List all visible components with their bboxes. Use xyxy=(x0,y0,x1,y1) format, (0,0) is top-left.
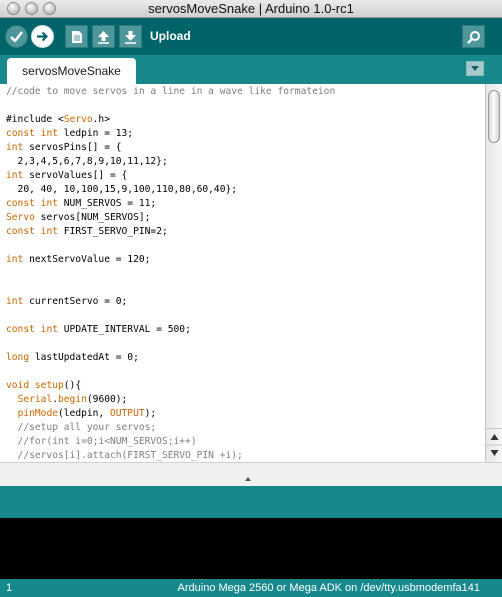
code-line: pinMode(ledpin, OUTPUT); xyxy=(17,408,157,419)
toolbar-hover-label: Upload xyxy=(150,29,191,43)
save-sketch-button[interactable] xyxy=(119,25,142,48)
code-line: #include <Servo.h> xyxy=(6,114,110,125)
pane-splitter[interactable] xyxy=(0,462,502,486)
code-line: 2,3,4,5,6,7,8,9,10,11,12}; xyxy=(6,156,168,167)
new-document-icon xyxy=(71,30,82,43)
open-sketch-button[interactable] xyxy=(92,25,115,48)
tab-sketch[interactable]: servosMoveSnake xyxy=(7,58,136,84)
grip-arrow-icon xyxy=(245,477,251,481)
code-line: int nextServoValue = 120; xyxy=(6,254,151,265)
code-line: //servos[i].attach(FIRST_SERVO_PIN +i); xyxy=(6,450,243,461)
triangle-down-icon xyxy=(471,66,479,71)
magnifier-icon xyxy=(466,30,480,44)
code-line: long lastUpdatedAt = 0; xyxy=(6,352,139,363)
code-line: const int ledpin = 13; xyxy=(6,128,134,139)
code-line: int servosPins[] = { xyxy=(6,142,122,153)
console-output[interactable] xyxy=(0,518,502,579)
up-arrow-icon xyxy=(98,30,109,44)
tab-menu-button[interactable] xyxy=(466,61,484,76)
scroll-arrows[interactable] xyxy=(486,428,502,462)
new-sketch-button[interactable] xyxy=(65,25,88,48)
code-line: const int UPDATE_INTERVAL = 500; xyxy=(6,324,191,335)
code-line: //setup all your servos; xyxy=(6,422,157,433)
verify-button[interactable] xyxy=(5,25,28,48)
scroll-down-icon[interactable] xyxy=(490,450,499,456)
status-bar: 1 Arduino Mega 2560 or Mega ADK on /dev/… xyxy=(0,579,502,597)
code-line: void setup(){ xyxy=(6,380,82,391)
board-port-info: Arduino Mega 2560 or Mega ADK on /dev/tt… xyxy=(177,582,480,594)
code-line: 20, 40, 10,100,15,9,100,110,80,60,40}; xyxy=(6,184,238,195)
code-line: Servo servos[NUM_SERVOS]; xyxy=(6,212,151,223)
right-arrow-icon xyxy=(37,31,49,42)
window-titlebar: servosMoveSnake | Arduino 1.0-rc1 xyxy=(0,0,502,18)
code-line: const int NUM_SERVOS = 11; xyxy=(6,198,157,209)
scrollbar-thumb[interactable] xyxy=(488,90,500,143)
editor-scrollbar[interactable] xyxy=(485,84,502,462)
serial-monitor-button[interactable] xyxy=(462,25,485,48)
code-line: Serial.begin(9600); xyxy=(17,394,128,405)
code-line: const int FIRST_SERVO_PIN=2; xyxy=(6,226,168,237)
message-area xyxy=(0,486,502,518)
code-line: int currentServo = 0; xyxy=(6,296,128,307)
line-number: 1 xyxy=(6,582,13,594)
code-line: //for(int i=0;i<NUM_SERVOS;i++) xyxy=(6,436,197,447)
code-line: //code to move servos in a line in a wav… xyxy=(6,86,336,97)
code-line: int servoValues[] = { xyxy=(6,170,128,181)
tab-bar: servosMoveSnake xyxy=(0,55,502,84)
code-editor[interactable]: //code to move servos in a line in a wav… xyxy=(0,84,485,462)
upload-button[interactable] xyxy=(31,25,54,48)
toolbar: Upload xyxy=(0,18,502,55)
window-title: servosMoveSnake | Arduino 1.0-rc1 xyxy=(148,1,354,16)
scroll-up-icon[interactable] xyxy=(490,434,499,440)
down-arrow-icon xyxy=(125,30,136,44)
checkmark-icon xyxy=(10,31,23,42)
